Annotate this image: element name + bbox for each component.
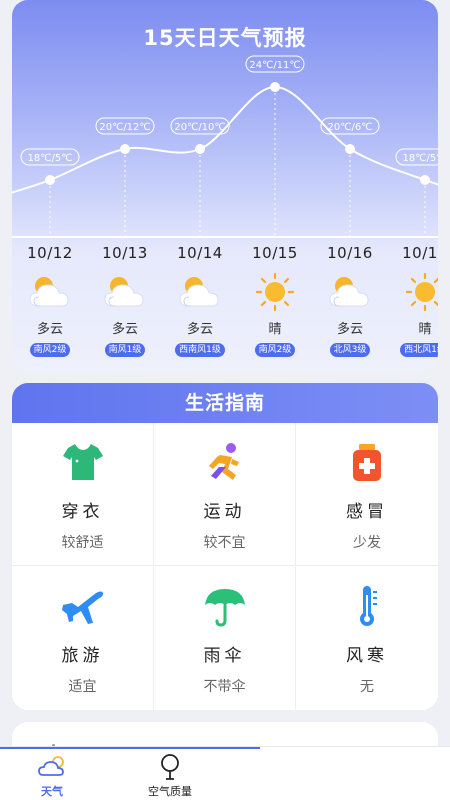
guide-item-thermometer[interactable]: 风寒无 [296,567,438,710]
guide-item-title: 穿衣 [61,502,104,522]
forecast-day[interactable]: 10/17 晴西北风1级 [387,244,438,357]
tab-air-quality-label: 空气质量 [148,785,192,798]
cloud-sun-icon [26,272,74,312]
temperature-point [195,144,205,154]
forecast-date: 10/14 [177,244,223,262]
running-icon [202,439,248,485]
temperature-label: 20℃/6℃ [328,122,373,133]
chart-divider [12,236,438,238]
guide-item-airplane[interactable]: 旅游 适宜 [12,567,154,710]
forecast-day[interactable]: 10/16 多云北风3级 [312,244,388,357]
life-guide-title: 生活指南 [12,383,438,423]
cloud-sun-icon [326,272,374,312]
wind-badge: 西北风1级 [400,343,438,357]
forecast-date: 10/16 [327,244,373,262]
temperature-label: 18℃/5℃ [28,153,73,164]
guide-item-value: 不带伞 [203,679,246,695]
wind-badge: 北风3级 [329,343,371,357]
life-guide-card: 生活指南 穿衣 较舒适 运动 较不宜 感冒 少发 旅游 适宜 雨伞 不带伞 风寒无 [12,383,438,710]
guide-item-title: 旅游 [61,646,104,666]
life-guide-grid: 穿衣 较舒适 运动 较不宜 感冒 少发 旅游 适宜 雨伞 不带伞 风寒无 [12,423,438,710]
forecast-condition: 晴 [268,322,282,337]
guide-item-tshirt[interactable]: 穿衣 较舒适 [12,423,154,566]
temperature-point [345,144,355,154]
forecast-date: 10/13 [102,244,148,262]
guide-item-value: 适宜 [68,679,97,695]
tshirt-icon [60,439,106,485]
temperature-point [120,144,130,154]
forecast-date: 10/15 [252,244,298,262]
forecast-day[interactable]: 10/15 晴南风2级 [237,244,313,357]
guide-item-medicine[interactable]: 感冒 少发 [296,423,438,566]
guide-item-running[interactable]: 运动 较不宜 [154,423,296,566]
guide-item-value: 少发 [353,535,381,551]
guide-item-title: 风寒 [346,646,388,666]
temperature-label: 20℃/10℃ [174,122,225,133]
sun-icon [251,272,299,312]
guide-item-value: 较不宜 [203,535,246,551]
forecast-condition: 多云 [186,322,213,337]
tab-weather-label: 天气 [41,785,63,798]
air-quality-icon [155,753,185,781]
forecast-date: 10/17 [402,244,438,262]
weather-icon [37,753,67,781]
temperature-label: 18℃/5℃ [403,153,438,164]
temperature-label: 24℃/11℃ [249,60,300,71]
guide-item-title: 感冒 [346,502,388,522]
thermometer-icon [344,583,390,629]
tab-indicator [0,747,260,749]
guide-item-value: 较舒适 [61,535,104,551]
temperature-point [270,82,280,92]
forecast-card: 15天日天气预报 18℃/5℃ 20℃/12℃ 20℃/10℃ 24℃/11℃ 20℃/… [12,0,438,370]
guide-item-title: 雨伞 [203,646,246,666]
forecast-condition: 多云 [111,322,138,337]
cloud-sun-icon [101,272,149,312]
temperature-line [12,85,438,194]
temperature-point [420,175,430,185]
tab-air-quality[interactable]: 空气质量 [130,753,210,799]
guide-item-umbrella[interactable]: 雨伞 不带伞 [154,567,296,710]
tab-weather[interactable]: 天气 [12,753,92,799]
sun-icon [401,272,438,312]
wind-badge: 西南风1级 [175,343,225,357]
wind-badge: 南风1级 [104,343,146,357]
wind-badge: 南风2级 [254,343,296,357]
guide-item-value: 无 [360,679,374,695]
guide-item-title: 运动 [203,502,246,522]
forecast-condition: 多云 [336,322,363,337]
medicine-icon [344,439,390,485]
temperature-chart: 18℃/5℃ 20℃/12℃ 20℃/10℃ 24℃/11℃ 20℃/6℃ 18℃/5℃ [12,55,438,236]
forecast-day[interactable]: 10/13 多云南风1级 [87,244,163,357]
temperature-point [45,175,55,185]
forecast-condition: 多云 [36,322,63,337]
forecast-condition: 晴 [418,322,432,337]
wind-badge: 南风2级 [29,343,71,357]
airplane-icon [60,583,106,629]
forecast-date: 10/12 [27,244,73,262]
tab-bar: 天气 空气质量 [0,746,450,800]
forecast-day[interactable]: 10/14 多云西南风1级 [162,244,238,357]
umbrella-icon [202,583,248,629]
temperature-label: 20℃/12℃ [99,122,150,133]
forecast-day[interactable]: 10/12 多云南风2级 [12,244,88,357]
cloud-sun-icon [176,272,224,312]
